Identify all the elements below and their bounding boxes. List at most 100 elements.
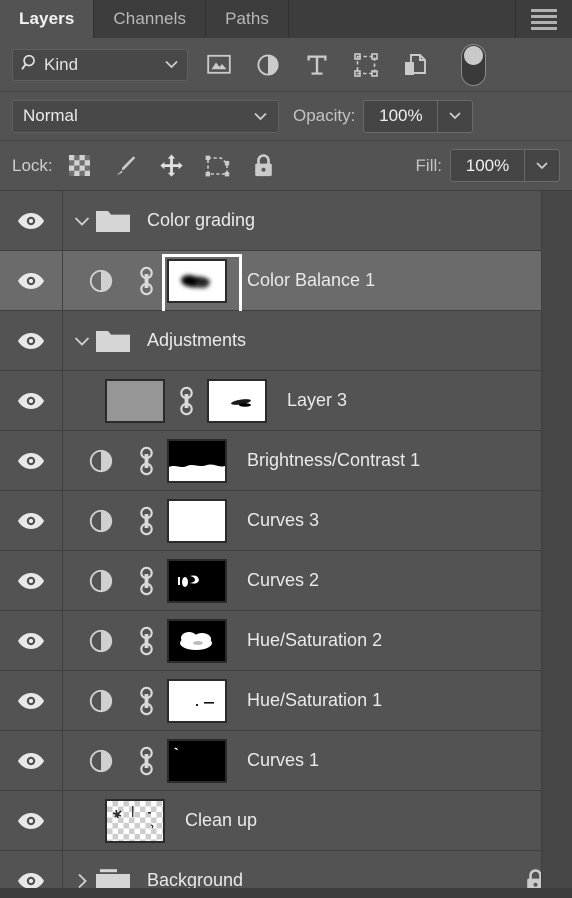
shape-layer-filter-icon[interactable] (353, 52, 379, 78)
layer-mask-link-toggle[interactable] (131, 686, 161, 716)
adjustment-layer-thumbnail[interactable] (71, 508, 131, 534)
layer-visibility-toggle[interactable] (0, 671, 63, 730)
fill-input[interactable]: 100% (450, 149, 524, 182)
layer-list[interactable]: Color grading Color Balance 1 Adjustment… (0, 191, 572, 888)
layer-mask-link-toggle[interactable] (131, 626, 161, 656)
tab-layers[interactable]: Layers (0, 0, 95, 38)
layer-pixel-thumbnail[interactable] (99, 798, 171, 843)
adjustment-half-circle-icon (89, 449, 113, 472)
adjustment-layer-thumbnail[interactable] (71, 628, 131, 654)
layer-visibility-toggle[interactable] (0, 851, 63, 888)
layer-mask-thumbnail[interactable] (161, 498, 233, 543)
layer-visibility-toggle[interactable] (0, 431, 63, 490)
adjustment-half-circle-icon (89, 749, 113, 772)
layer-row[interactable]: Color Balance 1 (0, 251, 572, 311)
layer-name[interactable]: Brightness/Contrast 1 (247, 450, 420, 471)
layer-mask-link-toggle[interactable] (171, 386, 201, 416)
layer-name[interactable]: Clean up (185, 810, 257, 831)
layer-name[interactable]: Curves 3 (247, 510, 319, 531)
layer-name[interactable]: Curves 1 (247, 750, 319, 771)
layer-name[interactable]: Adjustments (147, 330, 246, 351)
layer-name[interactable]: Layer 3 (287, 390, 347, 411)
layer-mask-link-toggle[interactable] (131, 506, 161, 536)
filter-kind-select[interactable]: Kind (12, 48, 188, 81)
lock-artboard-nesting-icon[interactable] (205, 153, 231, 179)
tab-paths[interactable]: Paths (206, 0, 290, 38)
layer-mask-thumbnail[interactable] (201, 378, 273, 423)
layer-visibility-toggle[interactable] (0, 551, 63, 610)
opacity-stepper-button[interactable] (437, 99, 474, 133)
layer-row[interactable]: Hue/Saturation 2 (0, 611, 572, 671)
layer-list-scrollbar[interactable] (541, 191, 572, 888)
lock-image-pixels-brush-icon[interactable] (113, 153, 139, 179)
pixel-layer-filter-icon[interactable] (206, 52, 232, 78)
layer-name[interactable]: Background (147, 870, 243, 888)
blend-mode-select[interactable]: Normal (12, 99, 279, 133)
chevron-down-icon (74, 216, 90, 226)
lock-all-padlock-icon[interactable] (251, 153, 277, 179)
adjustment-layer-thumbnail[interactable] (71, 268, 131, 294)
layer-visibility-toggle[interactable] (0, 311, 63, 370)
layer-row[interactable]: Layer 3 (0, 371, 572, 431)
layer-name[interactable]: Curves 2 (247, 570, 319, 591)
layer-mask-thumbnail[interactable] (161, 618, 233, 663)
layer-row[interactable]: Color grading (0, 191, 572, 251)
tab-layers-label: Layers (19, 9, 75, 28)
layer-row[interactable]: Hue/Saturation 1 (0, 671, 572, 731)
layer-visibility-toggle[interactable] (0, 251, 63, 310)
layer-visibility-toggle[interactable] (0, 731, 63, 790)
layer-mask-link-icon (139, 446, 153, 475)
mask-image (207, 378, 267, 423)
opacity-input[interactable]: 100% (363, 99, 438, 133)
layer-mask-thumbnail[interactable] (161, 438, 233, 483)
layer-visibility-toggle[interactable] (0, 371, 63, 430)
layer-row-content: Curves 1 (63, 731, 572, 790)
lock-position-move-icon[interactable] (159, 153, 185, 179)
adjustment-layer-filter-icon[interactable] (255, 52, 281, 78)
layer-pixel-thumbnail[interactable] (99, 378, 171, 423)
layer-visibility-toggle[interactable] (0, 611, 63, 670)
layer-mask-thumbnail-focused (167, 258, 227, 303)
layer-mask-thumbnail[interactable] (161, 738, 233, 783)
layer-visibility-toggle[interactable] (0, 191, 63, 250)
layer-visibility-toggle[interactable] (0, 491, 63, 550)
smart-object-filter-icon[interactable] (402, 52, 428, 78)
adjustment-layer-thumbnail[interactable] (71, 448, 131, 474)
layer-mask-link-toggle[interactable] (131, 746, 161, 776)
layer-row[interactable]: Curves 2 (0, 551, 572, 611)
panel-menu-button[interactable] (516, 0, 572, 38)
filter-enable-toggle[interactable] (461, 43, 486, 86)
layer-row[interactable]: Clean up (0, 791, 572, 851)
layer-row[interactable]: Adjustments (0, 311, 572, 371)
lock-transparent-pixels-icon[interactable] (67, 153, 93, 179)
fill-stepper-button[interactable] (524, 149, 560, 182)
adjustment-layer-thumbnail[interactable] (71, 688, 131, 714)
layer-mask-thumbnail[interactable] (161, 678, 233, 723)
group-collapse-toggle[interactable] (71, 335, 93, 347)
layer-row[interactable]: Background (0, 851, 572, 888)
layer-mask-link-toggle[interactable] (131, 566, 161, 596)
adjustment-half-circle-icon (89, 689, 113, 712)
type-layer-filter-icon[interactable] (304, 52, 330, 78)
adjustment-layer-thumbnail[interactable] (71, 748, 131, 774)
layer-row[interactable]: Brightness/Contrast 1 (0, 431, 572, 491)
layer-name[interactable]: Hue/Saturation 2 (247, 630, 382, 651)
group-collapse-toggle[interactable] (71, 215, 93, 227)
folder-group-icon (95, 327, 131, 354)
layer-name[interactable]: Color grading (147, 210, 255, 231)
group-expand-toggle[interactable] (71, 872, 93, 889)
lock-fill-row: Lock: Fill: 100% (0, 141, 572, 191)
tab-channels[interactable]: Channels (94, 0, 207, 38)
layer-row[interactable]: Curves 1 (0, 731, 572, 791)
layer-mask-thumbnail[interactable] (161, 258, 233, 303)
fill-label: Fill: (415, 155, 442, 175)
layer-mask-thumbnail[interactable] (161, 558, 233, 603)
layer-name[interactable]: Color Balance 1 (247, 270, 375, 291)
layer-row-content: Curves 2 (63, 551, 572, 610)
adjustment-layer-thumbnail[interactable] (71, 568, 131, 594)
layer-row[interactable]: Curves 3 (0, 491, 572, 551)
layer-name[interactable]: Hue/Saturation 1 (247, 690, 382, 711)
layer-mask-link-toggle[interactable] (131, 446, 161, 476)
layer-visibility-toggle[interactable] (0, 791, 63, 850)
layer-mask-link-toggle[interactable] (131, 266, 161, 296)
